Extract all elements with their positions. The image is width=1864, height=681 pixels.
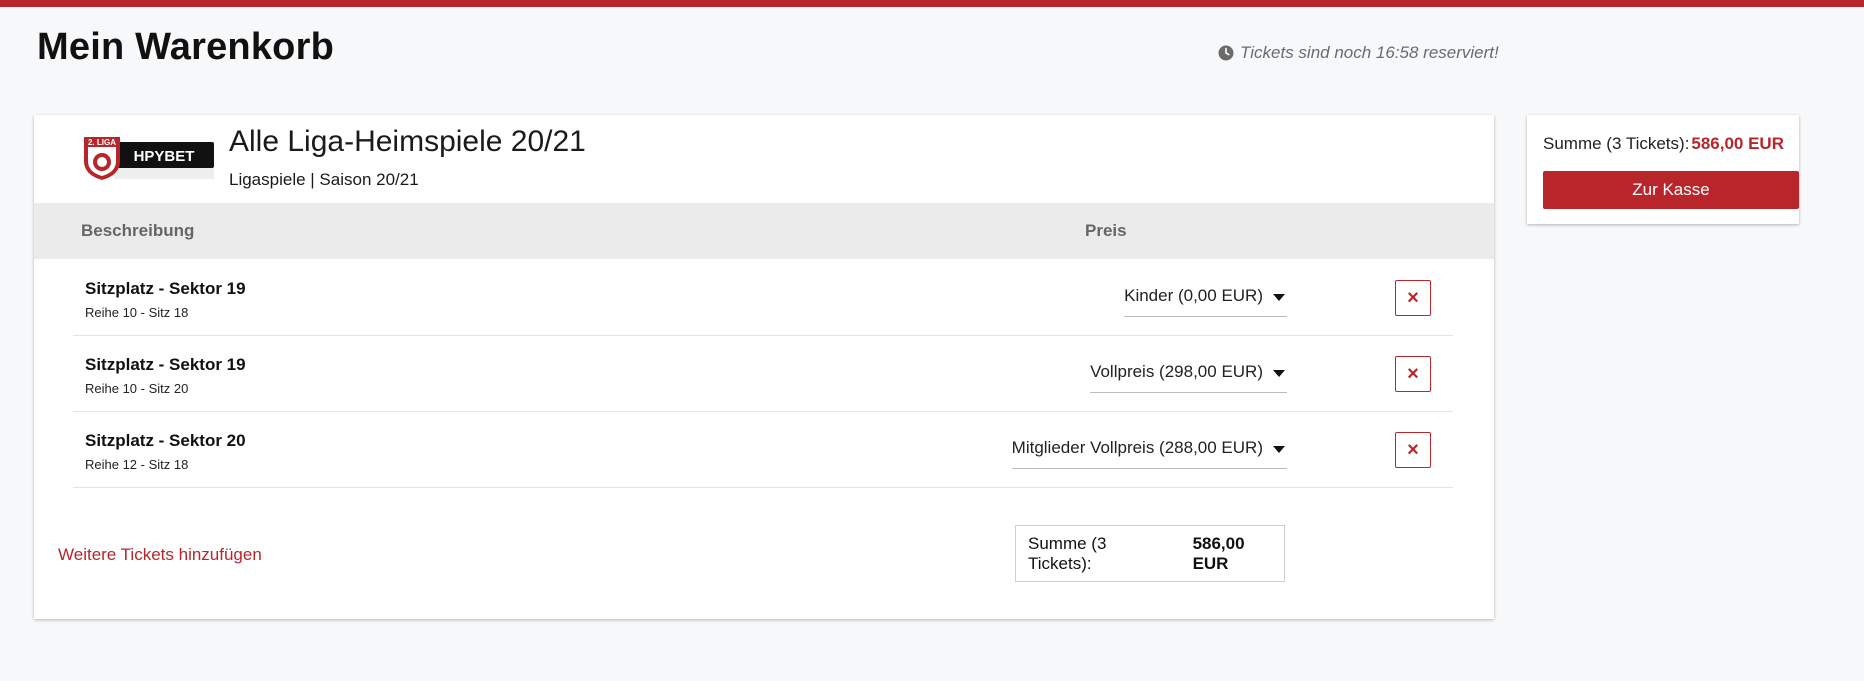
checkout-summary-card: Summe (3 Tickets): 586,00 EUR Zur Kasse bbox=[1527, 115, 1799, 224]
ticket-row: Sitzplatz - Sektor 19 Reihe 10 - Sitz 20… bbox=[73, 335, 1453, 412]
table-header: Beschreibung Preis bbox=[34, 203, 1494, 259]
add-more-tickets-link[interactable]: Weitere Tickets hinzufügen bbox=[58, 545, 262, 565]
seat-location: Reihe 12 - Sitz 18 bbox=[85, 457, 189, 472]
league-logo: HPYBET 2. LIGA bbox=[84, 137, 214, 180]
logo-brand-text: HPYBET bbox=[134, 148, 195, 165]
summary-sum-amount: 586,00 EUR bbox=[1691, 134, 1784, 153]
checkout-button[interactable]: Zur Kasse bbox=[1543, 171, 1799, 209]
price-option-value: Vollpreis (298,00 EUR) bbox=[1090, 362, 1263, 381]
sum-amount: 586,00 EUR bbox=[1192, 533, 1245, 573]
seat-label: Sitzplatz - Sektor 19 bbox=[85, 355, 246, 374]
remove-ticket-button[interactable]: × bbox=[1395, 356, 1431, 392]
sum-label: Summe (3 Tickets): bbox=[1028, 533, 1107, 573]
ticket-row: Sitzplatz - Sektor 19 Reihe 10 - Sitz 18… bbox=[73, 259, 1453, 336]
logo-league-text: 2. LIGA bbox=[88, 138, 116, 147]
close-icon: × bbox=[1407, 363, 1419, 385]
seat-label: Sitzplatz - Sektor 19 bbox=[85, 279, 246, 298]
event-subtitle: Ligaspiele | Saison 20/21 bbox=[229, 170, 419, 189]
remove-ticket-button[interactable]: × bbox=[1395, 432, 1431, 468]
ticket-row: Sitzplatz - Sektor 20 Reihe 12 - Sitz 18… bbox=[73, 411, 1453, 488]
price-category-select[interactable]: Vollpreis (298,00 EUR) bbox=[1090, 362, 1287, 393]
seat-label: Sitzplatz - Sektor 20 bbox=[85, 431, 246, 450]
seat-location: Reihe 10 - Sitz 18 bbox=[85, 305, 189, 320]
price-option-value: Mitglieder Vollpreis (288,00 EUR) bbox=[1011, 438, 1263, 457]
remove-ticket-button[interactable]: × bbox=[1395, 280, 1431, 316]
column-price: Preis bbox=[1085, 221, 1127, 240]
timer-text: Tickets sind noch 16:58 reserviert! bbox=[1240, 43, 1499, 62]
chevron-down-icon bbox=[1273, 370, 1285, 377]
event-title: Alle Liga-Heimspiele 20/21 bbox=[229, 125, 586, 158]
cart-card: HPYBET 2. LIGA Alle Liga-Heimspiele 20/2… bbox=[34, 115, 1494, 619]
close-icon: × bbox=[1407, 287, 1419, 309]
chevron-down-icon bbox=[1273, 446, 1285, 453]
price-category-select[interactable]: Kinder (0,00 EUR) bbox=[1124, 286, 1287, 317]
price-category-select[interactable]: Mitglieder Vollpreis (288,00 EUR) bbox=[1011, 438, 1287, 469]
clock-icon bbox=[1218, 45, 1234, 61]
reservation-timer: Tickets sind noch 16:58 reserviert! bbox=[1218, 43, 1499, 63]
seat-location: Reihe 10 - Sitz 20 bbox=[85, 381, 189, 396]
column-description: Beschreibung bbox=[81, 221, 195, 240]
chevron-down-icon bbox=[1273, 294, 1285, 301]
page-title: Mein Warenkorb bbox=[37, 26, 334, 68]
price-option-value: Kinder (0,00 EUR) bbox=[1124, 286, 1263, 305]
event-header: HPYBET 2. LIGA Alle Liga-Heimspiele 20/2… bbox=[34, 115, 1494, 203]
cart-sum-box: Summe (3 Tickets): 586,00 EUR bbox=[1015, 525, 1285, 582]
close-icon: × bbox=[1407, 439, 1419, 461]
summary-sum-label: Summe (3 Tickets): bbox=[1543, 134, 1690, 153]
top-accent-bar bbox=[0, 0, 1864, 7]
